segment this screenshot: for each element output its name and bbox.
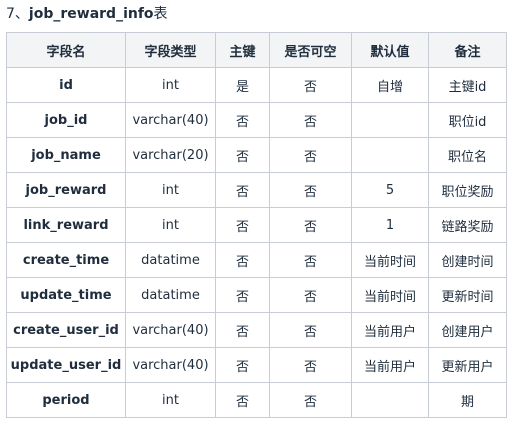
cell-field-type: int — [125, 67, 216, 103]
cell-remark: 职位奖励 — [428, 172, 507, 208]
cell-field-name: create_user_id — [6, 312, 126, 348]
column-header-remark: 备注 — [428, 32, 507, 68]
cell-remark: 创建时间 — [428, 242, 507, 278]
cell-nullable: 否 — [269, 172, 352, 208]
cell-primary-key: 否 — [215, 172, 270, 208]
cell-field-type: datatime — [125, 242, 216, 278]
cell-field-name: period — [6, 382, 126, 418]
cell-default-value: 当前时间 — [351, 277, 429, 313]
cell-remark: 更新用户 — [428, 347, 507, 383]
section-heading: 7、job_reward_info表 — [6, 4, 168, 24]
heading-number: 7、 — [6, 6, 29, 22]
cell-field-type: int — [125, 172, 216, 208]
cell-field-name: update_time — [6, 277, 126, 313]
cell-field-type: varchar(40) — [125, 347, 216, 383]
cell-primary-key: 否 — [215, 347, 270, 383]
cell-field-name: job_name — [6, 137, 126, 173]
cell-primary-key: 否 — [215, 102, 270, 138]
column-header-field-type: 字段类型 — [125, 32, 216, 68]
cell-remark: 主键id — [428, 67, 507, 103]
column-header-field-name: 字段名 — [6, 32, 126, 68]
heading-table-name: job_reward_info — [28, 6, 154, 22]
cell-primary-key: 否 — [215, 137, 270, 173]
cell-remark: 职位名 — [428, 137, 507, 173]
column-header-primary-key: 主键 — [215, 32, 270, 68]
table-row: id int 是否自增 主键id — [6, 67, 507, 103]
cell-field-name: id — [6, 67, 126, 103]
column-header-nullable: 是否可空 — [269, 32, 352, 68]
cell-nullable: 否 — [269, 137, 352, 173]
table-row: update_time datatime 否否当前时间 更新时间 — [6, 277, 507, 313]
cell-default-value: 自增 — [351, 67, 429, 103]
cell-nullable: 否 — [269, 277, 352, 313]
table-row: job_id varchar(40) 否否职位id — [6, 102, 507, 138]
cell-remark: 职位id — [428, 102, 507, 138]
table-row: job_name varchar(20) 否否职位名 — [6, 137, 507, 173]
cell-nullable: 否 — [269, 382, 352, 418]
cell-remark: 创建用户 — [428, 312, 507, 348]
cell-field-name: update_user_id — [6, 347, 126, 383]
cell-nullable: 否 — [269, 312, 352, 348]
cell-field-name: job_reward — [6, 172, 126, 208]
table-row: period int 否否期 — [6, 382, 507, 418]
table-row: create_user_id varchar(40) 否否当前用户 创建用户 — [6, 312, 507, 348]
cell-nullable: 否 — [269, 67, 352, 103]
cell-default-value: 1 — [351, 207, 429, 243]
schema-table: 字段名 字段类型 主键 是否可空 默认值 备注 id int 是否自增 主键id job_id va… — [6, 32, 507, 418]
cell-nullable: 否 — [269, 102, 352, 138]
cell-default-value — [351, 102, 429, 138]
cell-primary-key: 否 — [215, 312, 270, 348]
cell-primary-key: 否 — [215, 242, 270, 278]
cell-field-type: int — [125, 382, 216, 418]
cell-field-type: datatime — [125, 277, 216, 313]
cell-field-name: create_time — [6, 242, 126, 278]
cell-remark: 期 — [428, 382, 507, 418]
cell-primary-key: 是 — [215, 67, 270, 103]
cell-remark: 更新时间 — [428, 277, 507, 313]
table-header-row: 字段名 字段类型 主键 是否可空 默认值 备注 — [6, 32, 507, 68]
cell-nullable: 否 — [269, 207, 352, 243]
cell-primary-key: 否 — [215, 207, 270, 243]
cell-field-name: job_id — [6, 102, 126, 138]
cell-field-name: link_reward — [6, 207, 126, 243]
cell-default-value: 当前时间 — [351, 242, 429, 278]
cell-default-value — [351, 137, 429, 173]
cell-default-value: 当前用户 — [351, 312, 429, 348]
cell-default-value: 当前用户 — [351, 347, 429, 383]
cell-primary-key: 否 — [215, 277, 270, 313]
table-row: link_reward int 否否 1 链路奖励 — [6, 207, 507, 243]
column-header-default-value: 默认值 — [351, 32, 429, 68]
cell-field-type: int — [125, 207, 216, 243]
cell-default-value: 5 — [351, 172, 429, 208]
table-row: create_time datatime 否否当前时间 创建时间 — [6, 242, 507, 278]
cell-nullable: 否 — [269, 242, 352, 278]
cell-nullable: 否 — [269, 347, 352, 383]
cell-field-type: varchar(40) — [125, 102, 216, 138]
heading-suffix: 表 — [153, 6, 168, 22]
cell-primary-key: 否 — [215, 382, 270, 418]
cell-remark: 链路奖励 — [428, 207, 507, 243]
table-row: job_reward int 否否 5 职位奖励 — [6, 172, 507, 208]
cell-default-value — [351, 382, 429, 418]
cell-field-type: varchar(20) — [125, 137, 216, 173]
table-row: update_user_id varchar(40) 否否当前用户 更新用户 — [6, 347, 507, 383]
cell-field-type: varchar(40) — [125, 312, 216, 348]
